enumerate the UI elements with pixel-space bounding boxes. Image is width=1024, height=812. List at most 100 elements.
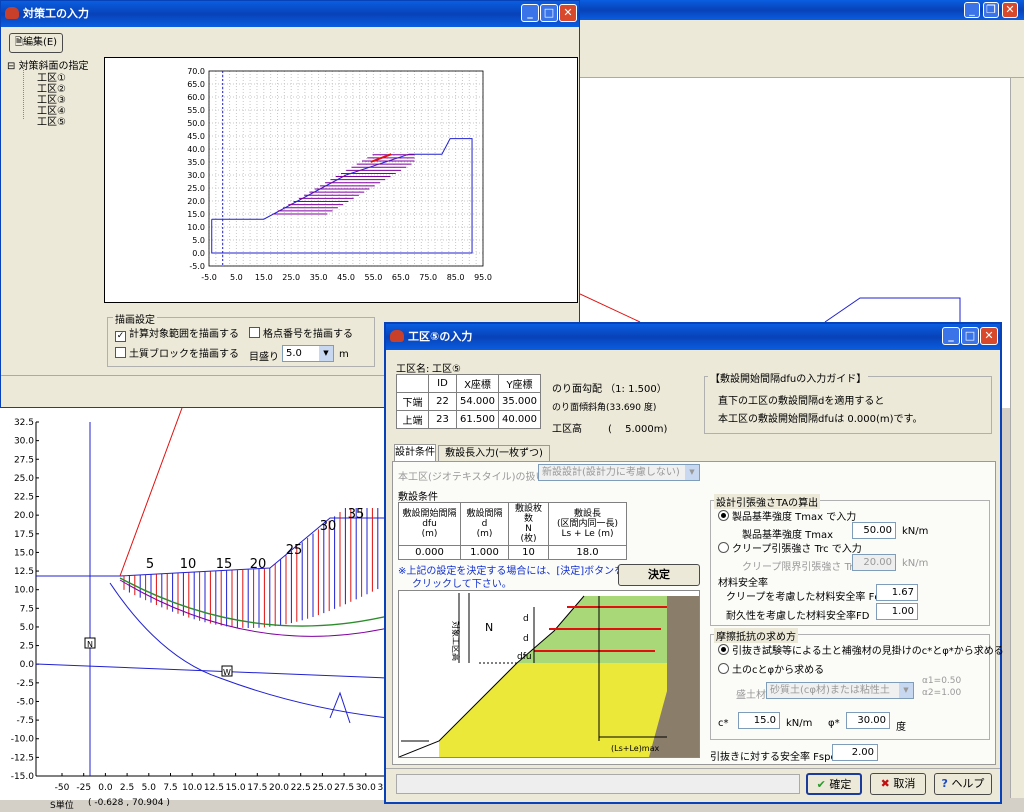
slice-number-label: 5 [146, 557, 154, 572]
y-tick-label: 25.0 [187, 184, 205, 193]
water-line [35, 663, 389, 679]
checkbox-icon[interactable] [115, 347, 126, 358]
minimize-icon[interactable]: _ [521, 4, 539, 22]
chk-calc-range[interactable]: ✓ 計算対象範囲を描画する [115, 325, 239, 342]
c-input[interactable]: 15.0 [738, 712, 780, 729]
tmax-input[interactable]: 50.00 [852, 522, 896, 539]
n-cell[interactable]: 10 [508, 545, 549, 560]
fd-input[interactable]: 1.00 [876, 603, 918, 620]
zone-name: 工区⑤ [432, 364, 461, 375]
y-tick-label: -12.5 [11, 753, 34, 763]
tab-length[interactable]: 敷設長入力(一枚ずつ) [438, 445, 550, 462]
marker-w-label: W [223, 668, 231, 677]
status-unit: S単位 [50, 801, 74, 811]
x-icon: ✖ [880, 777, 890, 790]
trc-label: クリープ限界引張強さ Trc [742, 562, 859, 573]
length-cell[interactable]: 18.0 [548, 545, 627, 560]
y-tick-label: -5.0 [189, 262, 205, 271]
tab-design[interactable]: 設計条件 [394, 444, 436, 462]
close-icon[interactable]: ✕ [559, 4, 577, 22]
main-window-controls[interactable]: _ ❐ ✕ [964, 2, 1022, 18]
radio-selected-icon[interactable] [718, 644, 729, 655]
x-tick-label: 55.0 [364, 273, 382, 282]
decide-button[interactable]: 決定 [618, 564, 700, 586]
radio-icon[interactable] [718, 542, 729, 553]
tree-line [23, 65, 35, 119]
chk-soil-block[interactable]: 土質ブロックを描画する [115, 345, 239, 360]
main-plot-lower: 32.5 30.0 27.5 25.0 22.5 20.0 17.5 15.0 12.5 10.0… [0, 407, 398, 800]
checkbox-checked-icon[interactable]: ✓ [115, 331, 126, 342]
geotextile-select[interactable]: 新設設計(設計力に考慮しない) ▼ [538, 464, 700, 481]
cancel-button[interactable]: ✖ 取消 [870, 773, 926, 795]
d-cell[interactable]: 1.000 [460, 545, 509, 560]
fspo-input[interactable]: 2.00 [832, 744, 878, 761]
chk-grid-numbers[interactable]: 格点番号を描画する [249, 325, 353, 340]
chevron-down-icon[interactable]: ▼ [685, 465, 699, 480]
x-tick-label: -5.0 [201, 273, 217, 282]
radio-selected-icon[interactable] [718, 510, 729, 521]
radio-icon[interactable] [718, 663, 729, 674]
edit-button[interactable]: 🗎編集(E) [9, 33, 63, 53]
slice-number-label: 10 [180, 557, 197, 572]
y-tick-label: 15.0 [14, 548, 34, 558]
close-icon[interactable]: ✕ [1002, 2, 1018, 18]
ok-button[interactable]: ✔ 確定 [806, 773, 862, 795]
chevron-down-icon[interactable]: ▼ [899, 683, 913, 698]
radio-tmax[interactable]: 製品基準強度 Tmax で入力 [718, 508, 856, 523]
table-row: 0.000 1.000 10 18.0 [398, 545, 627, 560]
y-tick-label: 5.0 [192, 236, 205, 245]
lower-plot-svg: 32.530.027.525.022.520.017.515.012.510.0… [11, 407, 398, 793]
close-icon[interactable]: ✕ [980, 327, 998, 345]
scale-select[interactable]: 5.0 ▼ [282, 345, 334, 362]
table-row: 上端 23 61.500 40.000 [396, 410, 541, 429]
measures-titlebar: 対策工の入力 _ □ ✕ [1, 1, 579, 27]
diagram-d-label: d [523, 634, 529, 644]
trc-input[interactable]: 20.00 [852, 554, 896, 571]
radio-soil[interactable]: 土のcとφから求める [718, 661, 824, 676]
message-field [396, 774, 800, 794]
reinforcement-diagram: 対象工区高 N d d dfu (Ls+Le)max [398, 590, 700, 758]
y-tick-label: 45.0 [187, 132, 205, 141]
lower-boundary [109, 582, 389, 719]
phi-input[interactable]: 30.00 [846, 712, 890, 729]
y-tick-label: -5.0 [16, 697, 34, 707]
zone-titlebar: 工区⑤の入力 _ □ ✕ [386, 324, 1000, 350]
x-tick-label: 0.0 [98, 783, 113, 793]
maximize-icon[interactable]: □ [540, 4, 558, 22]
scale-label: 目盛り [249, 352, 279, 363]
bump [329, 691, 351, 724]
slice-number-label: 25 [286, 543, 303, 558]
fspo-label: 引抜きに対する安全率 Fspo [710, 752, 837, 763]
app-icon [5, 7, 19, 19]
section-chart-svg: 70.0 65.0 60.0 55.0 50.0 45.0 40.0 35.0 30.0 25.0… [187, 67, 492, 282]
note-line2: クリックして下さい。 [412, 579, 512, 590]
chevron-down-icon[interactable]: ▼ [319, 346, 333, 361]
minimize-icon[interactable]: _ [942, 327, 960, 345]
main-scrollbar-right[interactable] [1010, 78, 1024, 798]
guide-line2: 本工区の敷設開始間隔dfuは 0.000(m)です。 [718, 414, 923, 425]
radio-trc[interactable]: クリープ引張強さ Trc で入力 [718, 540, 862, 555]
tmax-unit: kN/m [902, 526, 929, 537]
slice-number-label: 30 [320, 519, 337, 534]
zone-name-label: 工区名: [396, 364, 430, 375]
radio-pullout[interactable]: 引抜き試験等による土と補強材の見掛けのc*とφ*から求める [718, 642, 1004, 657]
checkbox-icon[interactable] [249, 327, 260, 338]
y-tick-label: -7.5 [16, 716, 34, 726]
minimize-icon[interactable]: _ [964, 2, 980, 18]
fcr-input[interactable]: 1.67 [876, 584, 918, 601]
friction-group-label: 摩擦抵抗の求め方 [714, 628, 798, 643]
status-coord: ( -0.628 , 70.904 ) [88, 798, 170, 808]
c-label: c* [718, 718, 729, 729]
y-tick-label: 50.0 [187, 119, 205, 128]
maximize-icon[interactable]: □ [961, 327, 979, 345]
y-tick-label: 0.0 [192, 249, 205, 258]
y-tick-label: 2.5 [20, 642, 34, 652]
slice-number-label: 20 [250, 557, 267, 572]
fill-select[interactable]: 砂質土(cφ材)または粘性土 ▼ [766, 682, 914, 699]
y-tick-label: 30.0 [187, 171, 205, 180]
help-button[interactable]: ? ヘルプ [934, 773, 992, 795]
dfu-cell[interactable]: 0.000 [398, 545, 461, 560]
restore-icon[interactable]: ❐ [983, 2, 999, 18]
alpha1: α1=0.50 [922, 676, 962, 686]
tree-item[interactable]: 工区⑤ [37, 113, 66, 128]
